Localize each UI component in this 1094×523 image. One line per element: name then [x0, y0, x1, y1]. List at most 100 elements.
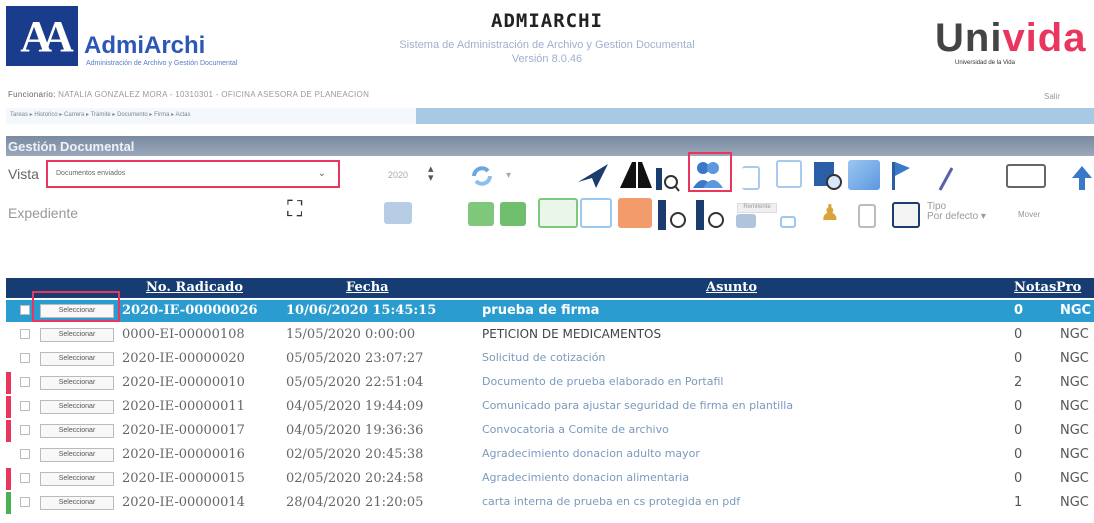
select-button[interactable]: Seleccionar — [40, 496, 114, 510]
cell-notas: 2 — [1014, 375, 1023, 390]
select-button[interactable]: Seleccionar — [40, 376, 114, 390]
row-status-stripe — [6, 372, 11, 394]
table-row[interactable]: Seleccionar 2020-IE-00000014 28/04/2020 21… — [6, 492, 1094, 514]
col-asunto[interactable]: Asunto — [706, 280, 757, 295]
cell-asunto[interactable]: Agradecimiento donacion alimentaria — [482, 471, 689, 484]
cell-radicado: 0000-EI-00000108 — [122, 327, 245, 342]
export-icon[interactable] — [780, 216, 796, 228]
pages-icon[interactable] — [848, 160, 880, 190]
mover-button[interactable]: Mover — [1018, 210, 1040, 219]
copy-icon[interactable] — [618, 198, 652, 228]
refresh-icon[interactable] — [468, 163, 498, 189]
row-status-stripe — [6, 396, 11, 418]
tree-icon[interactable] — [538, 198, 578, 228]
cell-asunto[interactable]: PETICION DE MEDICAMENTOS — [482, 327, 661, 341]
table-row[interactable]: Seleccionar 2020-IE-00000026 10/06/2020 15… — [6, 300, 1094, 322]
table-row[interactable]: Seleccionar 2020-IE-00000020 05/05/2020 23… — [6, 348, 1094, 370]
cell-asunto[interactable]: Agradecimiento donacion adulto mayor — [482, 447, 700, 460]
bracket-icon[interactable] — [742, 166, 760, 190]
upload-icon[interactable] — [1070, 164, 1094, 192]
pen-icon[interactable] — [934, 164, 958, 192]
book-icon[interactable] — [618, 158, 654, 190]
folder-icon[interactable] — [500, 202, 526, 226]
select-button[interactable]: Seleccionar — [40, 448, 114, 462]
logout-link[interactable]: Salir — [1044, 92, 1060, 101]
row-checkbox[interactable] — [20, 329, 30, 339]
cell-pro: NGC — [1060, 423, 1089, 438]
cell-radicado: 2020-IE-00000015 — [122, 471, 245, 486]
vista-select[interactable]: Documentos enviados ⌄ — [46, 160, 340, 188]
col-fecha[interactable]: Fecha — [346, 280, 389, 295]
zoom-page-icon[interactable] — [812, 160, 844, 192]
image-icon[interactable] — [892, 202, 920, 228]
table-row[interactable]: Seleccionar 2020-IE-00000017 04/05/2020 19… — [6, 420, 1094, 442]
col-notas[interactable]: Notas — [1014, 280, 1056, 295]
search-file-icon[interactable] — [694, 198, 730, 232]
funcionario-value: NATALIA GONZALEZ MORA - 10310301 - OFICI… — [58, 90, 370, 99]
document-icon[interactable] — [776, 160, 802, 188]
row-checkbox[interactable] — [20, 353, 30, 363]
cell-notas: 0 — [1014, 423, 1023, 438]
col-pro[interactable]: Pro — [1056, 280, 1081, 295]
col-radicado[interactable]: No. Radicado — [146, 280, 243, 295]
select-button[interactable]: Seleccionar — [40, 328, 114, 342]
select-button[interactable]: Seleccionar — [40, 424, 114, 438]
cell-notas: 0 — [1014, 303, 1024, 318]
cell-asunto[interactable]: Comunicado para ajustar seguridad de fir… — [482, 399, 793, 412]
table-row[interactable]: Seleccionar 2020-IE-00000011 04/05/2020 19… — [6, 396, 1094, 418]
check-icon[interactable] — [468, 202, 494, 226]
stack-icon[interactable]: ♟ — [820, 200, 840, 226]
year-stepper[interactable]: ▴ ▾ — [428, 164, 434, 184]
arrow-right-icon[interactable] — [384, 202, 412, 224]
attach-icon[interactable] — [736, 214, 756, 228]
cell-radicado: 2020-IE-00000014 — [122, 495, 245, 510]
cell-asunto[interactable]: Documento de prueba elaborado en Portafi… — [482, 375, 723, 388]
tipo-value: Por defecto — [927, 211, 979, 222]
cell-fecha: 28/04/2020 21:20:05 — [286, 495, 424, 510]
breadcrumb-items[interactable]: Tareas ▸ Historico ▸ Carrera ▸ Trámite ▸… — [10, 111, 190, 118]
table-row[interactable]: Seleccionar 2020-IE-00000015 02/05/2020 20… — [6, 468, 1094, 490]
cell-radicado: 2020-IE-00000026 — [122, 303, 258, 318]
table-row[interactable]: Seleccionar 2020-IE-00000016 02/05/2020 20… — [6, 444, 1094, 466]
users-icon-highlight — [688, 152, 732, 192]
cell-notas: 0 — [1014, 399, 1023, 414]
send-icon[interactable] — [576, 160, 610, 190]
year-value: 2020 — [388, 170, 409, 180]
select-button[interactable]: Seleccionar — [40, 400, 114, 414]
cell-pro: NGC — [1060, 495, 1089, 510]
cell-fecha: 04/05/2020 19:36:36 — [286, 423, 424, 438]
tipo-select[interactable]: Tipo Por defecto ▾ — [927, 202, 986, 222]
binoculars-icon[interactable]: ⛶ — [287, 196, 302, 222]
row-checkbox[interactable] — [20, 497, 30, 507]
breadcrumb-fill — [416, 108, 1094, 124]
flag-icon[interactable] — [886, 158, 914, 192]
cell-pro: NGC — [1060, 447, 1089, 462]
search-document-icon[interactable] — [654, 166, 680, 192]
row-checkbox[interactable] — [20, 425, 30, 435]
table-row[interactable]: Seleccionar 2020-IE-00000010 05/05/2020 22… — [6, 372, 1094, 394]
search-version-icon[interactable] — [656, 198, 692, 232]
select-button[interactable]: Seleccionar — [40, 352, 114, 366]
univida-logo: Univida — [935, 16, 1086, 61]
row-status-stripe — [6, 348, 11, 370]
table-row[interactable]: Seleccionar 0000-EI-00000108 15/05/2020 0:… — [6, 324, 1094, 346]
select-button-highlight — [32, 291, 120, 322]
row-checkbox[interactable] — [20, 473, 30, 483]
sign-document-icon[interactable] — [1006, 164, 1046, 188]
database-icon[interactable] — [858, 204, 876, 228]
cell-asunto[interactable]: Convocatoria a Comite de archivo — [482, 423, 669, 436]
dropdown-arrow-icon[interactable]: ▾ — [506, 170, 511, 181]
cell-asunto[interactable]: carta interna de prueba en cs protegida … — [482, 495, 740, 508]
select-button[interactable]: Seleccionar — [40, 472, 114, 486]
cell-asunto[interactable]: prueba de firma — [482, 303, 599, 318]
row-checkbox[interactable] — [20, 449, 30, 459]
row-checkbox[interactable] — [20, 377, 30, 387]
cell-radicado: 2020-IE-00000010 — [122, 375, 245, 390]
row-checkbox[interactable] — [20, 401, 30, 411]
row-checkbox[interactable] — [20, 305, 30, 315]
vista-select-value: Documentos enviados — [56, 170, 126, 177]
chevron-down-icon: ⌄ — [317, 168, 326, 179]
section-title: Gestión Documental — [8, 139, 135, 154]
list-icon[interactable] — [580, 198, 612, 228]
cell-asunto[interactable]: Solicitud de cotización — [482, 351, 605, 364]
